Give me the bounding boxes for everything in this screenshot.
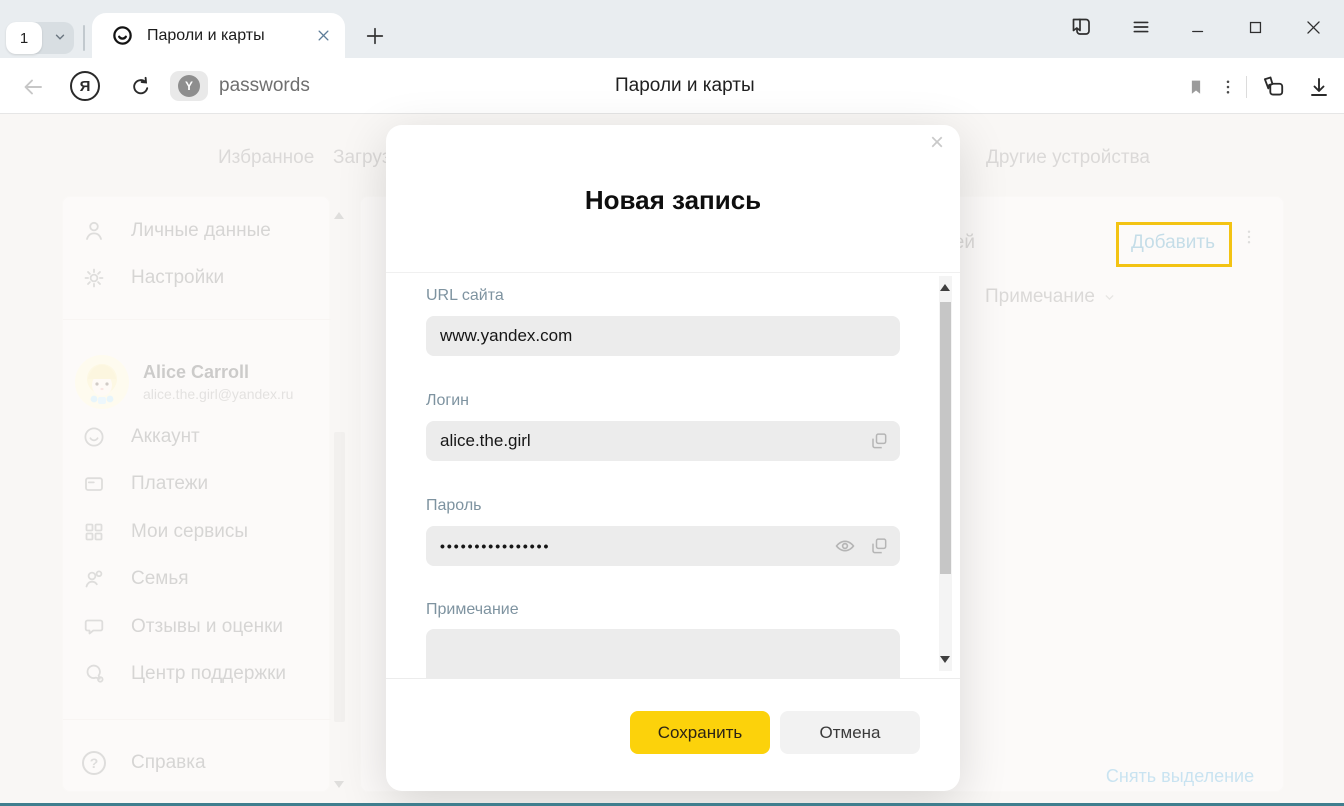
omnibox-page-title: Пароли и карты bbox=[615, 75, 755, 97]
divider bbox=[1246, 76, 1247, 98]
eye-icon[interactable] bbox=[834, 535, 856, 557]
dialog-footer: Сохранить Отмена bbox=[386, 679, 960, 791]
tab-close-icon[interactable] bbox=[316, 28, 331, 43]
menu-hamburger-icon[interactable] bbox=[1128, 14, 1154, 40]
divider bbox=[83, 25, 85, 51]
tab-favicon-smiley-icon bbox=[112, 25, 133, 46]
reload-button[interactable] bbox=[128, 74, 154, 100]
add-button-highlight bbox=[1116, 222, 1232, 267]
scroll-thumb[interactable] bbox=[940, 302, 951, 574]
note-label: Примечание bbox=[426, 601, 519, 619]
dialog-title: Новая запись bbox=[386, 185, 960, 216]
download-icon[interactable] bbox=[1306, 74, 1332, 100]
dialog-close-icon[interactable]: × bbox=[930, 131, 944, 155]
new-tab-button[interactable] bbox=[362, 23, 388, 49]
back-button[interactable] bbox=[20, 74, 46, 100]
side-panel-icon[interactable] bbox=[1068, 14, 1094, 40]
toolbar-kebab-menu[interactable] bbox=[1215, 74, 1241, 100]
address-text[interactable]: passwords bbox=[219, 75, 310, 97]
login-label: Логин bbox=[426, 392, 469, 410]
copy-icon[interactable] bbox=[868, 535, 890, 557]
password-label: Пароль bbox=[426, 497, 482, 515]
new-entry-dialog: × Новая запись URL сайта Логин Пароль Пр… bbox=[386, 125, 960, 791]
address-toolbar: Я Y passwords Пароли и карты bbox=[0, 58, 1344, 114]
password-input[interactable] bbox=[426, 526, 900, 566]
protect-badge[interactable]: Y bbox=[170, 71, 208, 101]
note-input[interactable] bbox=[426, 629, 900, 679]
browser-tab[interactable]: Пароли и карты bbox=[92, 13, 345, 58]
tab-count: 1 bbox=[6, 22, 42, 54]
save-button[interactable]: Сохранить bbox=[630, 711, 770, 754]
tab-title: Пароли и карты bbox=[147, 27, 308, 45]
scroll-down-icon[interactable] bbox=[940, 656, 950, 663]
url-input[interactable] bbox=[426, 316, 900, 356]
tab-strip: 1 Пароли и карты bbox=[0, 0, 1344, 58]
dialog-form: URL сайта Логин Пароль Примечание bbox=[386, 272, 960, 679]
tab-counter-button[interactable]: 1 bbox=[6, 22, 74, 54]
maximize-button[interactable] bbox=[1242, 14, 1268, 40]
cancel-button[interactable]: Отмена bbox=[780, 711, 920, 754]
minimize-button[interactable] bbox=[1185, 14, 1211, 40]
close-window-button[interactable] bbox=[1300, 14, 1326, 40]
dialog-scrollbar[interactable] bbox=[939, 276, 952, 671]
browser-window: 1 Пароли и карты bbox=[0, 0, 1344, 806]
yandex-letter: Я bbox=[80, 78, 91, 95]
yandex-logo-button[interactable]: Я bbox=[70, 71, 100, 101]
copy-icon[interactable] bbox=[868, 430, 890, 452]
login-input[interactable] bbox=[426, 421, 900, 461]
chevron-down-icon bbox=[53, 30, 67, 44]
protect-y-icon: Y bbox=[178, 75, 200, 97]
scroll-up-icon[interactable] bbox=[940, 284, 950, 291]
collections-icon[interactable] bbox=[1260, 74, 1286, 100]
bookmark-icon[interactable] bbox=[1183, 74, 1209, 100]
url-label: URL сайта bbox=[426, 287, 504, 305]
